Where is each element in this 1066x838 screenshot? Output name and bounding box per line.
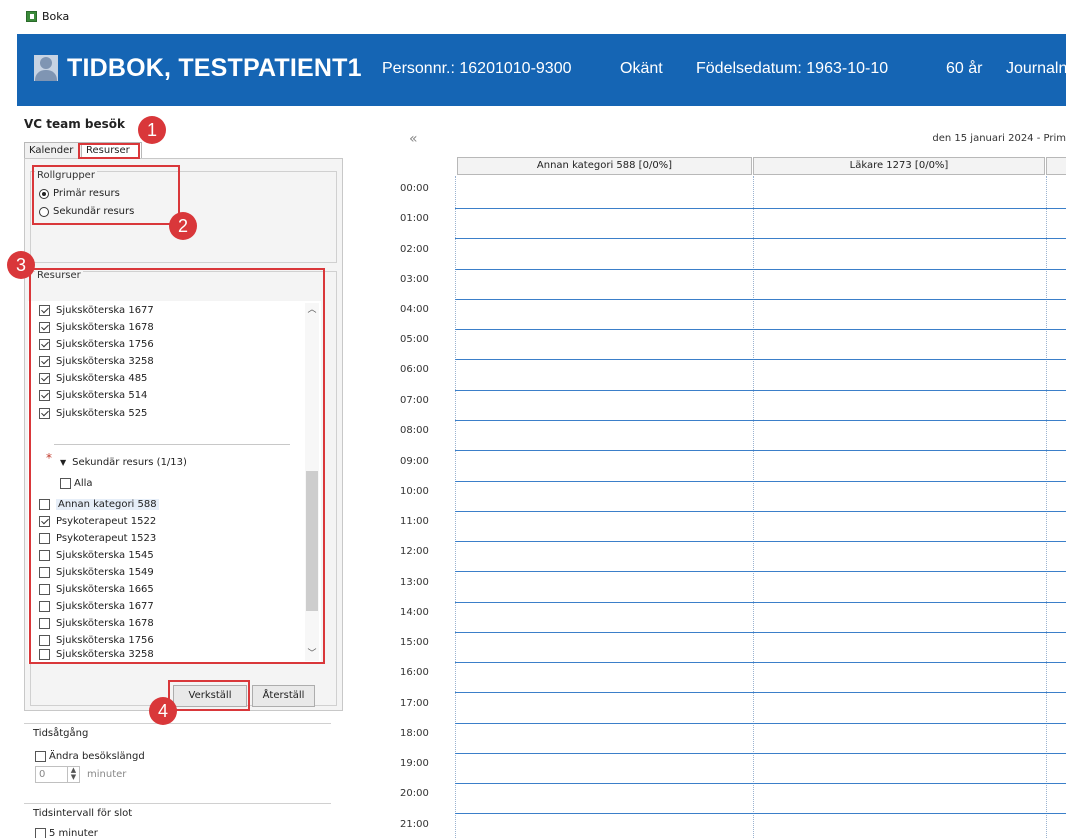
- time-label: 04:00: [400, 304, 429, 315]
- hour-line: [455, 783, 1066, 784]
- hour-line: [455, 208, 1066, 209]
- callout-box-3: [29, 268, 325, 664]
- aterstall-button[interactable]: Återställ: [252, 685, 315, 707]
- hour-line: [455, 813, 1066, 814]
- journal-number: Journaln: [1006, 60, 1066, 77]
- divider: [24, 803, 331, 804]
- hour-line: [455, 238, 1066, 239]
- hour-line: [455, 692, 1066, 693]
- hour-line: [455, 541, 1066, 542]
- time-label: 12:00: [400, 546, 429, 557]
- birthdate: Födelsedatum: 1963-10-10: [696, 60, 889, 77]
- collapse-left-icon[interactable]: «: [409, 131, 418, 147]
- hour-line: [455, 571, 1066, 572]
- hour-line: [455, 329, 1066, 330]
- time-label: 21:00: [400, 819, 429, 830]
- time-label: 00:00: [400, 183, 429, 194]
- time-label: 18:00: [400, 728, 429, 739]
- time-label: 19:00: [400, 758, 429, 769]
- callout-box-2: [32, 165, 180, 225]
- column-divider: [1046, 176, 1047, 838]
- callout-badge-2: 2: [169, 212, 197, 240]
- hour-line: [455, 420, 1066, 421]
- time-label: 16:00: [400, 667, 429, 678]
- calendar-panel: « den 15 januari 2024 - Prim Annan kateg…: [347, 106, 1066, 838]
- time-label: 20:00: [400, 788, 429, 799]
- hour-line: [455, 753, 1066, 754]
- gender: Okänt: [620, 60, 663, 77]
- column-header[interactable]: Annan kategori 588 [0/0%]: [457, 157, 752, 175]
- column-header-partial[interactable]: [1046, 157, 1066, 175]
- hour-line: [455, 632, 1066, 633]
- checkbox-unchecked-icon[interactable]: [35, 828, 46, 838]
- time-label: 14:00: [400, 607, 429, 618]
- slot-5-minuter-checkbox[interactable]: 5 minuter: [35, 828, 98, 838]
- hour-line: [455, 450, 1066, 451]
- time-label: 08:00: [400, 425, 429, 436]
- hour-line: [455, 511, 1066, 512]
- time-label: 06:00: [400, 364, 429, 375]
- hour-line: [455, 481, 1066, 482]
- panel-title: VC team besök: [24, 117, 126, 131]
- time-label: 17:00: [400, 698, 429, 709]
- app-icon: [26, 11, 37, 22]
- time-label: 09:00: [400, 456, 429, 467]
- time-label: 02:00: [400, 244, 429, 255]
- andra-besokslangd-checkbox[interactable]: Ändra besökslängd: [35, 748, 145, 765]
- time-label: 10:00: [400, 486, 429, 497]
- divider: [24, 723, 331, 724]
- checkbox-unchecked-icon[interactable]: [35, 751, 46, 762]
- hour-line: [455, 359, 1066, 360]
- window-titlebar: Boka: [0, 0, 1066, 34]
- column-divider: [753, 176, 754, 838]
- age: 60 år: [946, 60, 983, 77]
- time-label: 05:00: [400, 334, 429, 345]
- tidsatgang-label: Tidsåtgång: [33, 728, 89, 739]
- time-label: 01:00: [400, 213, 429, 224]
- callout-badge-3: 3: [7, 251, 35, 279]
- time-label: 15:00: [400, 637, 429, 648]
- personnr: Personnr.: 16201010-9300: [382, 60, 572, 77]
- tab-kalender[interactable]: Kalender: [24, 142, 81, 158]
- window-title: Boka: [42, 10, 70, 23]
- time-label: 11:00: [400, 516, 429, 527]
- patient-header: TIDBOK, TESTPATIENT1 Personnr.: 16201010…: [17, 34, 1066, 106]
- callout-box-4: [168, 680, 250, 711]
- time-label: 07:00: [400, 395, 429, 406]
- hour-line: [455, 723, 1066, 724]
- spinner-arrows-icon[interactable]: ▲ ▼: [67, 767, 79, 782]
- time-label: 13:00: [400, 577, 429, 588]
- callout-badge-1: 1: [138, 116, 166, 144]
- callout-badge-4: 4: [149, 697, 177, 725]
- hour-line: [455, 299, 1066, 300]
- minutes-spinner[interactable]: 0 ▲ ▼: [35, 766, 80, 783]
- hour-line: [455, 602, 1066, 603]
- column-divider: [455, 176, 456, 838]
- minutes-unit-label: minuter: [87, 769, 127, 780]
- time-label: 03:00: [400, 274, 429, 285]
- column-header[interactable]: Läkare 1273 [0/0%]: [753, 157, 1045, 175]
- hour-line: [455, 269, 1066, 270]
- hour-line: [455, 662, 1066, 663]
- callout-box-1: [78, 143, 140, 159]
- tidsintervall-label: Tidsintervall för slot: [33, 808, 133, 819]
- calendar-date-label: den 15 januari 2024 - Prim: [932, 133, 1066, 144]
- hour-line: [455, 390, 1066, 391]
- patient-avatar-icon: [34, 55, 58, 81]
- patient-name: TIDBOK, TESTPATIENT1: [67, 54, 362, 82]
